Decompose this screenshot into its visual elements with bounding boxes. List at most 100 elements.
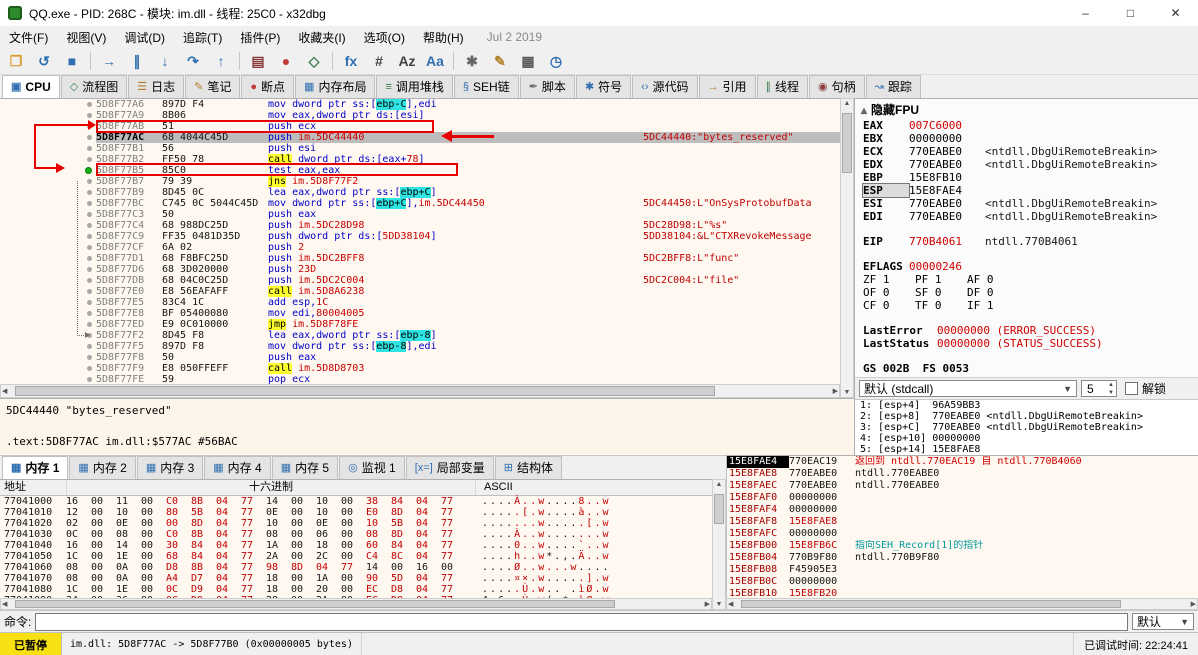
- breakpoint-dot-enabled[interactable]: [85, 167, 92, 174]
- tab-脚本[interactable]: ✒ 脚本: [519, 75, 575, 98]
- breakpoint-gutter[interactable]: [0, 231, 96, 242]
- search-button[interactable]: Aa: [422, 49, 448, 73]
- breakpoint-gutter[interactable]: [0, 297, 96, 308]
- disasm-row[interactable]: 5D8F77F5 897D F8 mov dword ptr ss:[ebp-8],…: [0, 341, 840, 352]
- register-row[interactable]: EIP 770B4061 ntdll.770B4061: [855, 235, 1198, 248]
- disasm-row-main[interactable]: 5D8F77D6 68 3D020000 push 23D: [96, 264, 840, 275]
- disasm-row[interactable]: 5D8F77B9 8D45 0C lea eax,dword ptr ss:[ebp…: [0, 187, 840, 198]
- unlock-checkbox[interactable]: 解锁: [1125, 380, 1166, 397]
- breakpoint-dot[interactable]: [87, 212, 92, 217]
- disasm-row[interactable]: 5D8F77B1 56 push esi: [0, 143, 840, 154]
- scroll-left-icon[interactable]: ◀: [728, 600, 733, 608]
- flags-row[interactable]: ZF 1 PF 1 AF 0: [855, 273, 1198, 286]
- last-error-row[interactable]: LastError 00000000 (ERROR_SUCCESS): [855, 324, 1198, 337]
- disasm-row[interactable]: 5D8F77BC C745 0C 5044C45D mov dword ptr ss…: [0, 198, 840, 209]
- stack-row[interactable]: 15E8FAF8 15E8FAE8: [727, 516, 1198, 528]
- breakpoint-gutter[interactable]: [0, 220, 96, 231]
- breakpoint-gutter[interactable]: [0, 132, 96, 143]
- dump-row[interactable]: 77041050 1C 00 1E 00 68 84 04 77 2A 00 2C 00 C4 8C 04 77…: [0, 551, 712, 562]
- menu-item[interactable]: 插件(P): [231, 27, 289, 48]
- disasm-row[interactable]: 5D8F77F2 8D45 F8 lea eax,dword ptr ss:[ebp…: [0, 330, 840, 341]
- breakpoint-gutter[interactable]: [0, 275, 96, 286]
- maximize-button[interactable]: □: [1108, 0, 1153, 26]
- breakpoint-dot[interactable]: [87, 366, 92, 371]
- register-row[interactable]: EBX 00000000: [855, 132, 1198, 145]
- disasm-row[interactable]: 5D8F77E8 BF 05400080 mov edi,80004005: [0, 308, 840, 319]
- scrollbar-thumb[interactable]: [741, 600, 1121, 608]
- disasm-row[interactable]: 5D8F77C9 FF35 0481D35D push dword ptr ds:[…: [0, 231, 840, 242]
- stack-row[interactable]: 15E8FB04 770B9F80 ntdll.770B9F80: [727, 552, 1198, 564]
- scroll-left-icon[interactable]: ◀: [2, 387, 7, 395]
- stop-button[interactable]: ■: [59, 49, 85, 73]
- breakpoint-gutter[interactable]: [0, 110, 96, 121]
- tab-内存布局[interactable]: ▦ 内存布局: [295, 75, 376, 98]
- scroll-down-icon[interactable]: ▼: [841, 389, 853, 396]
- bottom-tab-局部变量[interactable]: [x=] 局部变量: [405, 456, 494, 479]
- menu-item[interactable]: 帮助(H): [414, 27, 473, 48]
- breakpoint-dot[interactable]: [87, 289, 92, 294]
- scrollbar-thumb[interactable]: [714, 494, 724, 524]
- flags-row[interactable]: OF 0 SF 0 DF 0: [855, 286, 1198, 299]
- scrollbar-thumb[interactable]: [15, 600, 615, 608]
- stack-row[interactable]: 15E8FB08 F45905E3: [727, 564, 1198, 576]
- tab-日志[interactable]: ☰ 日志: [128, 75, 185, 98]
- bottom-tab-内存 1[interactable]: ▦ 内存 1: [2, 456, 69, 479]
- disasm-row-main[interactable]: 5D8F77F2 8D45 F8 lea eax,dword ptr ss:[ebp…: [96, 330, 840, 341]
- menu-item[interactable]: 视图(V): [57, 27, 115, 48]
- segment-registers-row[interactable]: GS 002B FS 0053: [855, 362, 1198, 375]
- disasm-horizontal-scrollbar[interactable]: ◀ ▶: [0, 384, 840, 398]
- disasm-row-main[interactable]: 5D8F77AC 68 4044C45D push im.5DC44440 5DC44…: [96, 132, 840, 143]
- register-row[interactable]: ESI 770EABE0 <ntdll.DbgUiRemoteBreakin>: [855, 197, 1198, 210]
- disasm-row-main[interactable]: 5D8F77C4 68 988DC25D push im.5DC28D98 5DC28…: [96, 220, 840, 231]
- functions-button[interactable]: fx: [338, 49, 364, 73]
- menu-item[interactable]: 文件(F): [0, 27, 57, 48]
- breakpoint-gutter[interactable]: [0, 341, 96, 352]
- register-row[interactable]: EFLAGS 00000246: [855, 260, 1198, 273]
- breakpoint-dot[interactable]: [87, 377, 92, 382]
- command-profile-select[interactable]: 默认 ▼: [1132, 613, 1194, 630]
- strings-button[interactable]: Az: [394, 49, 420, 73]
- disasm-row-main[interactable]: 5D8F77C9 FF35 0481D35D push dword ptr ds:[…: [96, 231, 840, 242]
- disasm-row[interactable]: 5D8F77E0 E8 56EAFAFF call im.5D8A6238: [0, 286, 840, 297]
- register-row[interactable]: EBP 15E8FB10: [855, 171, 1198, 184]
- breakpoint-dot[interactable]: [87, 135, 92, 140]
- disasm-row-main[interactable]: 5D8F77A9 8B06 mov eax,dword ptr ds:[esi]: [96, 110, 840, 121]
- breakpoint-button[interactable]: ●: [273, 49, 299, 73]
- breakpoint-gutter[interactable]: [0, 176, 96, 187]
- dump-vertical-scrollbar[interactable]: ▲ ▼: [712, 479, 726, 610]
- disasm-row-main[interactable]: 5D8F77CF 6A 02 push 2: [96, 242, 840, 253]
- disasm-row[interactable]: 5D8F77A9 8B06 mov eax,dword ptr ds:[esi]: [0, 110, 840, 121]
- stack-row[interactable]: 15E8FAF0 00000000: [727, 492, 1198, 504]
- disasm-row[interactable]: 5D8F77ED E9 0C010000 jmp im.5D8F78FE: [0, 319, 840, 330]
- checkbox-icon[interactable]: [1125, 382, 1138, 395]
- breakpoint-dot[interactable]: [87, 190, 92, 195]
- argument-row[interactable]: 5: [esp+14] 15E8FAE8: [855, 444, 1198, 455]
- register-row[interactable]: ESP 15E8FAE4: [855, 183, 1198, 198]
- dump-row[interactable]: 77041030 0C 00 08 00 C0 8B 04 77 08 00 06 00 08 8D 04 77…: [0, 529, 712, 540]
- disasm-row-main[interactable]: 5D8F77F9 E8 050FFEFF call im.5D8D8703: [96, 363, 840, 374]
- memory-dump-view[interactable]: 地址 十六进制 ASCII 77041000 16 00 11 00 C0 8B 04 77 14…: [0, 479, 712, 599]
- disasm-row-main[interactable]: 5D8F77E0 E8 56EAFAFF call im.5D8A6238: [96, 286, 840, 297]
- disasm-row-main[interactable]: 5D8F77B2 FF50 78 call dword ptr ds:[eax+78…: [96, 154, 840, 165]
- breakpoint-gutter[interactable]: [0, 209, 96, 220]
- scrollbar-thumb[interactable]: [842, 113, 852, 173]
- calculator-button[interactable]: ▦: [515, 49, 541, 73]
- disasm-row[interactable]: 5D8F77A6 897D F4 mov dword ptr ss:[ebp-C],…: [0, 99, 840, 110]
- dump-row[interactable]: 77041070 08 00 0A 00 A4 D7 04 77 18 00 1A 00 90 5D 04 77…: [0, 573, 712, 584]
- breakpoint-dot[interactable]: [87, 333, 92, 338]
- bottom-tab-内存 5[interactable]: ▦ 内存 5: [271, 456, 339, 479]
- tab-符号[interactable]: ✱ 符号: [575, 75, 632, 98]
- tab-笔记[interactable]: ✎ 笔记: [185, 75, 241, 98]
- scroll-down-icon[interactable]: ▼: [713, 601, 725, 608]
- disasm-row-main[interactable]: 5D8F77ED E9 0C010000 jmp im.5D8F78FE: [96, 319, 840, 330]
- dump-row[interactable]: 77041080 1C 00 1E 00 0C D9 04 77 18 00 20 00 EC D8 04 77…: [0, 584, 712, 595]
- tab-引用[interactable]: → 引用: [698, 75, 756, 98]
- arg-count-stepper[interactable]: 5 ▲ ▼: [1081, 380, 1117, 397]
- breakpoint-dot[interactable]: [87, 223, 92, 228]
- graph-button[interactable]: ◇: [301, 49, 327, 73]
- breakpoint-gutter[interactable]: [0, 121, 96, 132]
- disasm-row-main[interactable]: 5D8F77B9 8D45 0C lea eax,dword ptr ss:[ebp…: [96, 187, 840, 198]
- bottom-tab-结构体[interactable]: ⊞ 结构体: [494, 456, 563, 479]
- disasm-row[interactable]: 5D8F77DB 68 04C0C25D push im.5DC2C004 5DC2C…: [0, 275, 840, 286]
- stack-row[interactable]: 15E8FAF4 00000000: [727, 504, 1198, 516]
